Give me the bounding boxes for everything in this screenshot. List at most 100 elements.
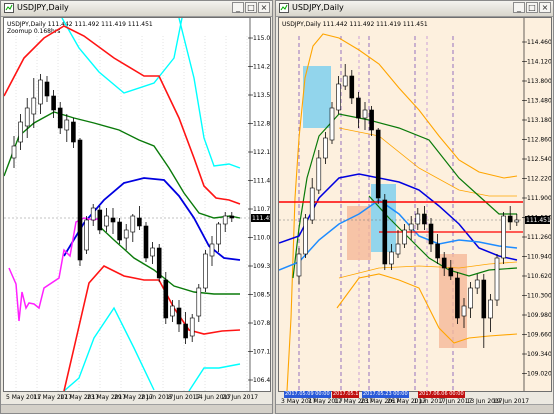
- left-window-titlebar[interactable]: USDJPY,Daily _ □ ×: [1, 1, 272, 17]
- left-candlestick: [150, 247, 155, 257]
- left-candlestick: [51, 95, 56, 111]
- left-candlestick: [143, 225, 149, 259]
- right-candlestick: [428, 223, 434, 245]
- upper-cyan-band: [61, 18, 183, 94]
- right-price-tag: 111.451: [526, 217, 551, 224]
- left-price-tag: 111.451: [252, 215, 270, 222]
- right-candlestick: [296, 253, 302, 277]
- y-tick-label: 112.540: [527, 156, 551, 163]
- left-candlestick: [170, 305, 175, 317]
- y-tick-label: 115.005: [253, 35, 270, 42]
- orange-inner-band: [338, 127, 517, 197]
- left-candlestick: [38, 79, 43, 105]
- y-tick-label: 111.260: [527, 234, 551, 241]
- right-candlestick: [488, 299, 493, 319]
- left-candlestick: [130, 215, 136, 233]
- y-tick-label: 110.940: [527, 254, 551, 261]
- close-button[interactable]: ×: [539, 2, 551, 13]
- y-tick-label: 111.445: [253, 178, 270, 185]
- x-tick-label: 20 Jun 2017: [222, 394, 259, 401]
- y-tick-label: 112.220: [527, 176, 551, 183]
- left-candlestick: [104, 215, 109, 227]
- right-price-chart[interactable]: 114.460 114.120 113.800 113.480 113.180 112.8…: [278, 17, 552, 392]
- left-candlestick: [156, 247, 162, 279]
- right-candlestick: [369, 109, 374, 131]
- close-button[interactable]: ×: [258, 2, 270, 13]
- right-candlestick: [356, 97, 361, 119]
- y-tick-label: 109.020: [527, 371, 551, 378]
- y-tick-label: 112.150: [253, 149, 270, 156]
- right-candlestick: [316, 157, 322, 191]
- right-candlestick: [448, 267, 454, 277]
- right-window-title: USDJPY,Daily: [292, 3, 344, 12]
- right-candlestick: [455, 277, 460, 319]
- right-candlestick: [468, 287, 473, 309]
- left-candlestick: [44, 81, 50, 97]
- left-candlestick: [209, 243, 215, 257]
- session-date-tag: 2017.05.09 00:00: [284, 391, 331, 398]
- left-candlestick: [163, 279, 169, 319]
- y-tick-label: 107.150: [253, 349, 270, 356]
- left-plot-header: USDJPY,Daily 111.442 111.492 111.419 111…: [7, 21, 153, 28]
- right-candlestick: [481, 279, 487, 319]
- right-candlestick: [309, 187, 315, 221]
- left-candlestick: [222, 215, 228, 225]
- upper-green-band: [4, 111, 241, 219]
- session-date-tag: 2017.05.23 00:00: [362, 391, 409, 398]
- y-tick-label: 109.660: [527, 332, 551, 339]
- chart-icon: [279, 3, 289, 13]
- minimize-button[interactable]: _: [513, 2, 525, 13]
- y-tick-label: 109.340: [527, 351, 551, 358]
- right-plot-header: USDJPY,Daily 111.442 111.492 111.419 111…: [282, 21, 428, 28]
- y-tick-label: 110.620: [527, 273, 551, 280]
- left-candlestick: [31, 97, 37, 115]
- right-candlestick: [342, 75, 348, 87]
- right-candlestick: [323, 137, 328, 159]
- y-tick-label: 110.300: [527, 293, 551, 300]
- right-chart-window[interactable]: USDJPY,Daily _ □ × 114.460 114.120 113.800…: [275, 0, 554, 414]
- left-window-title: USDJPY,Daily: [17, 3, 69, 12]
- right-window-titlebar[interactable]: USDJPY,Daily _ □ ×: [276, 1, 553, 17]
- session-date-tag: 2017.06.06 00:00: [418, 391, 465, 398]
- chart-icon: [4, 3, 14, 13]
- left-plot-subheader: Zoomup 0.168hrs: [7, 28, 60, 35]
- left-candlestick: [137, 217, 142, 227]
- maximize-button[interactable]: □: [526, 2, 538, 13]
- left-candlestick: [189, 317, 195, 337]
- right-candlestick: [375, 129, 381, 199]
- upper-cyan-band-2: [178, 18, 241, 169]
- y-tick-label: 114.120: [527, 59, 551, 66]
- lower-red-band: [63, 265, 241, 391]
- y-tick-label: 113.575: [253, 92, 270, 99]
- left-candlestick: [84, 219, 89, 251]
- right-status-bar: [276, 404, 553, 413]
- lower-cyan-band: [63, 306, 155, 391]
- y-tick-label: 112.860: [527, 137, 551, 144]
- y-tick-label: 107.870: [253, 320, 270, 327]
- right-candlestick: [382, 199, 388, 265]
- right-candlestick: [362, 109, 368, 119]
- minimize-button[interactable]: _: [232, 2, 244, 13]
- right-candlestick: [422, 213, 427, 225]
- left-candlestick: [97, 209, 103, 231]
- right-chart-svg: 114.460 114.120 113.800 113.480 113.180 112.8…: [279, 18, 551, 391]
- y-tick-label: 110.730: [253, 206, 270, 213]
- y-tick-label: 113.480: [527, 98, 551, 105]
- left-candlestick: [57, 107, 63, 129]
- left-candlestick: [18, 121, 23, 143]
- right-candlestick: [415, 213, 421, 225]
- left-price-chart[interactable]: 115.005 114.290 113.575 112.880 112.150 111.4…: [3, 17, 271, 392]
- y-tick-label: 113.800: [527, 78, 551, 85]
- right-candlestick: [435, 243, 440, 259]
- left-chart-window[interactable]: USDJPY,Daily _ □ × 115.005 114.290 113.575…: [0, 0, 273, 414]
- maximize-button[interactable]: □: [245, 2, 257, 13]
- lower-cyan-band-2: [188, 363, 241, 391]
- y-tick-label: 110.015: [253, 235, 270, 242]
- left-candlestick: [110, 217, 116, 223]
- right-candlestick: [474, 279, 480, 289]
- y-tick-label: 108.580: [253, 292, 270, 299]
- left-candlestick: [117, 221, 122, 241]
- y-tick-label: 109.980: [527, 312, 551, 319]
- right-candlestick: [402, 229, 407, 245]
- right-candlestick: [514, 219, 520, 223]
